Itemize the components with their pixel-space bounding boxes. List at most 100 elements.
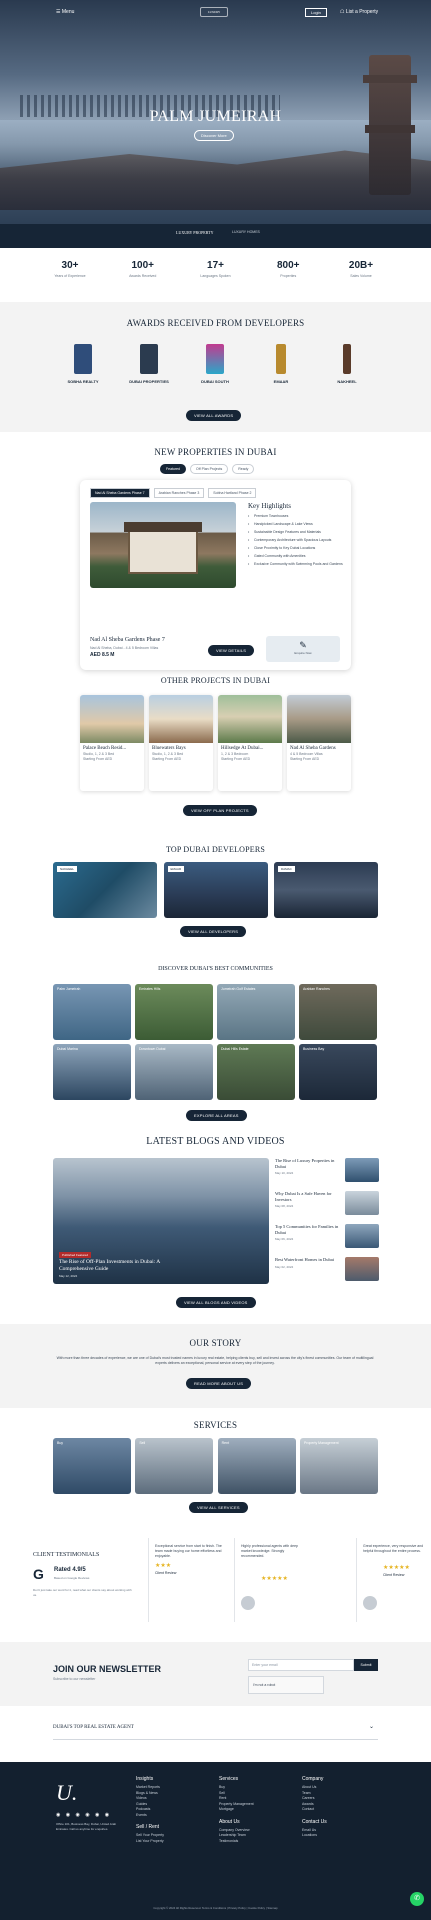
service-card[interactable]: Property Management (299, 1438, 378, 1494)
service-card[interactable]: Sell (135, 1438, 214, 1494)
faq-accordion[interactable]: DUBAI'S TOP REAL ESTATE AGENT ⌄ (53, 1724, 378, 1740)
site-logo[interactable]: LUXURY (200, 7, 228, 17)
view-blogs-button[interactable]: View All Blogs and Videos (176, 1297, 256, 1308)
services-title: SERVICES (193, 1420, 238, 1430)
project-image (80, 695, 144, 743)
community-card[interactable]: Downtown Dubai (135, 1044, 213, 1100)
tab-ready[interactable]: Ready (232, 464, 255, 474)
footer-link[interactable]: Events (136, 1813, 206, 1819)
view-details-button[interactable]: View Details (208, 645, 255, 656)
developer-card[interactable]: NAKHEEL (53, 862, 157, 918)
awards-section: AWARDS RECEIVED FROM DEVELOPERS SOBHA RE… (0, 302, 431, 432)
award-item: DUBAI SOUTH (187, 344, 243, 384)
tab-project-3[interactable]: Sobha Hartland Phase 2 (208, 488, 257, 498)
explore-areas-button[interactable]: Explore All Areas (186, 1110, 247, 1121)
blog-item-title: The Rise of Luxury Properties in Dubai (275, 1158, 335, 1169)
read-more-button[interactable]: Read More About Us (186, 1378, 252, 1389)
community-card[interactable]: Business Bay (299, 1044, 377, 1100)
social-icons[interactable]: ◉ ◉ ◉ ◉ ◉ ◉ (56, 1812, 111, 1818)
list-property-link[interactable]: ☖ List a Property (340, 9, 378, 15)
tab-project-1[interactable]: Nad Al Sheba Gardens Phase 7 (90, 488, 150, 498)
view-off-plan-button[interactable]: View Off Plan Projects (183, 805, 257, 816)
blog-item[interactable]: Best Waterfront Homes in Dubai May 02, 20… (275, 1257, 379, 1287)
footer-column: Services Buy Sell Rent Property Manageme… (219, 1776, 289, 1844)
tab-project-2[interactable]: Arabian Ranches Phase 3 (153, 488, 205, 498)
highlight-item: Exclusive Community with Swimming Pools … (248, 562, 344, 567)
footer-link[interactable]: List Your Property (136, 1839, 206, 1845)
footer-heading: Contact Us (302, 1818, 327, 1825)
award-item: SOBHA REALTY (55, 344, 111, 384)
footer-link[interactable]: Contact (302, 1807, 372, 1813)
testimonial-card: Great experience, very responsive and he… (356, 1538, 431, 1622)
new-properties-title: NEW PROPERTIES IN DUBAI (154, 447, 277, 457)
award-item: EMAAR (253, 344, 309, 384)
newsletter-section: JOIN OUR NEWSLETTER Subscribe to our new… (0, 1642, 431, 1706)
view-awards-button[interactable]: View All Awards (186, 410, 242, 421)
brand-secondary: LUXURY HOMES (232, 230, 260, 234)
service-card[interactable]: Buy (53, 1438, 131, 1494)
award-item: DUBAI PROPERTIES (121, 344, 177, 384)
view-services-button[interactable]: View All Services (189, 1502, 248, 1513)
footer-link[interactable]: Locations (302, 1833, 372, 1839)
community-card[interactable]: Arabian Ranches (299, 984, 377, 1040)
story-text: With more than three decades of experien… (56, 1356, 374, 1365)
community-name: Palm Jumeirah (57, 987, 81, 991)
tab-off-plan[interactable]: Off Plan Projects (190, 464, 229, 474)
whatsapp-icon[interactable]: ✆ (410, 1892, 424, 1906)
featured-blog-card[interactable]: Published Featured The Rise of Off-Plan … (53, 1158, 269, 1284)
blog-item[interactable]: Top 5 Communities for Families in Dubai M… (275, 1224, 379, 1254)
developer-card[interactable]: DAMAC (274, 862, 378, 918)
community-name: Jumeirah Golf Estates (221, 987, 256, 991)
stat-number: 20B+ (348, 260, 374, 271)
discover-more-button[interactable]: Discover More (194, 130, 234, 141)
project-title: Palace Beach Resid... (83, 746, 127, 751)
project-title: Hillsedge At Dubai... (221, 746, 264, 751)
developer-card[interactable]: EMAAR (163, 862, 268, 918)
project-card[interactable]: Palace Beach Resid... Studio, 1, 2 & 3 Be… (80, 695, 144, 791)
award-name: NAKHEEL (337, 379, 357, 384)
property-image[interactable] (90, 502, 236, 588)
testimonial-text: Highly professional agents with deep mar… (241, 1544, 299, 1558)
footer-heading: Services (219, 1776, 239, 1782)
footer-link[interactable]: Mortgage (219, 1807, 289, 1813)
highlight-item: Contemporary Architecture with Spacious … (248, 538, 344, 543)
community-card[interactable]: Dubai Hills Estate (217, 1044, 295, 1100)
property-title: Nad Al Sheba Gardens Phase 7 (90, 637, 165, 643)
developers-title: TOP DUBAI DEVELOPERS (165, 845, 266, 854)
community-card[interactable]: Palm Jumeirah (53, 984, 131, 1040)
community-card[interactable]: Dubai Marina (53, 1044, 131, 1100)
community-card[interactable]: Emirates Hills (135, 984, 213, 1040)
reviewer-name: Client Review (383, 1573, 405, 1577)
menu-button[interactable]: ☰ Menu (56, 9, 74, 15)
communities-grid: Palm Jumeirah Emirates Hills Jumeirah Go… (53, 984, 378, 1100)
email-input[interactable]: Enter your email (248, 1659, 354, 1671)
tab-featured[interactable]: Featured (160, 464, 187, 474)
project-card[interactable]: Hillsedge At Dubai... 1, 2 & 3 Bedroom Sta… (218, 695, 282, 791)
chevron-down-icon[interactable]: ⌄ (369, 1723, 374, 1730)
blog-item[interactable]: Why Dubai Is a Safe Haven for Investors M… (275, 1191, 379, 1221)
community-card[interactable]: Jumeirah Golf Estates (217, 984, 295, 1040)
stat-label: Properties (280, 274, 297, 278)
project-price: Starting From AED (290, 757, 320, 761)
view-developers-button[interactable]: View All Developers (180, 926, 247, 937)
stat-label: Years of Experience (54, 274, 86, 278)
project-card[interactable]: Nad Al Sheba Gardens 4 & 5 Bedroom Villas… (287, 695, 351, 791)
developers-row: NAKHEEL EMAAR DAMAC (53, 862, 378, 918)
enquire-button[interactable]: ✎ Enquire Now (266, 636, 340, 662)
blog-item[interactable]: The Rise of Luxury Properties in Dubai Ma… (275, 1158, 379, 1188)
blog-thumbnail (345, 1191, 379, 1215)
submit-button[interactable]: Submit (354, 1659, 378, 1671)
project-card[interactable]: Bluewaters Bays Studio, 1, 2 & 3 Bed Start… (149, 695, 213, 791)
captcha-checkbox[interactable]: I'm not a robot (248, 1676, 324, 1694)
footer-logo[interactable]: U. (56, 1780, 77, 1806)
footer-link[interactable]: Testimonials (219, 1839, 289, 1845)
project-image (218, 695, 282, 743)
developer-name: NAKHEEL (57, 866, 78, 872)
service-card[interactable]: Rent (217, 1438, 296, 1494)
service-name: Sell (139, 1441, 146, 1445)
blog-thumbnail (345, 1158, 379, 1182)
awards-title: AWARDS RECEIVED FROM DEVELOPERS (126, 318, 305, 328)
community-name: Arabian Ranches (303, 987, 330, 991)
login-button[interactable]: Login (305, 8, 327, 17)
rating-source: Based on Google Reviews (54, 1576, 90, 1580)
